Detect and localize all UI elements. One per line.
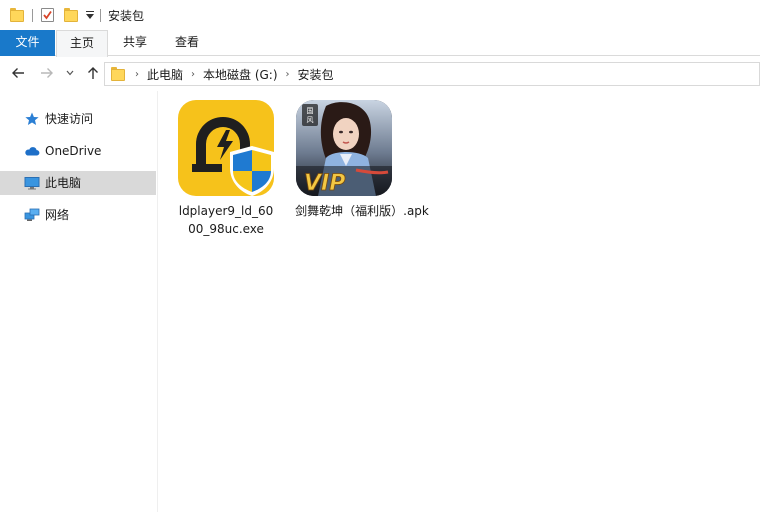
ldplayer-app-icon	[178, 100, 274, 196]
tab-share[interactable]: 共享	[112, 30, 158, 56]
breadcrumb-this-pc[interactable]: 此电脑	[147, 66, 183, 83]
sidebar-item-network[interactable]: 网络	[0, 203, 156, 227]
file-item-apk[interactable]: 国 风 VIP 剑舞乾坤（福利版）.apk	[292, 97, 432, 237]
file-item-ldplayer[interactable]: ldplayer9_ld_60 00_98uc.exe	[174, 97, 278, 237]
ribbon-tabs: 文件 主页 共享 查看	[0, 30, 760, 57]
folder-icon[interactable]	[10, 8, 24, 22]
sidebar-item-quick-access[interactable]: 快速访问	[0, 107, 156, 131]
address-bar[interactable]: › 此电脑 › 本地磁盘 (G:) › 安装包	[104, 62, 760, 86]
folder-icon	[111, 67, 125, 81]
title-bar: 安装包	[0, 0, 760, 30]
sidebar-item-label: 快速访问	[45, 112, 94, 126]
toolbar-separator	[32, 8, 33, 22]
back-arrow-icon[interactable]	[9, 65, 27, 83]
window-title: 安装包	[108, 8, 145, 23]
star-icon	[24, 111, 40, 127]
properties-icon[interactable]	[41, 8, 54, 22]
file-name: ldplayer9_ld_60 00_98uc.exe	[174, 202, 278, 238]
sidebar-item-label: 此电脑	[45, 176, 82, 190]
sidebar-item-this-pc[interactable]: 此电脑	[0, 171, 156, 195]
toolbar-separator	[100, 8, 101, 22]
tab-home[interactable]: 主页	[56, 30, 108, 57]
sidebar-item-label: 网络	[45, 208, 70, 222]
file-name: 剑舞乾坤（福利版）.apk	[282, 202, 442, 220]
up-arrow-icon[interactable]	[84, 65, 102, 83]
file-name-line: 00_98uc.exe	[188, 222, 264, 236]
game-icon-corner-text: 风	[307, 116, 314, 124]
monitor-icon	[24, 175, 40, 191]
chevron-right-icon[interactable]: ›	[191, 69, 195, 80]
vip-badge-text: VIP	[304, 171, 345, 196]
breadcrumb-current-folder[interactable]: 安装包	[298, 66, 334, 83]
sidebar-item-onedrive[interactable]: OneDrive	[0, 139, 156, 163]
file-list: ldplayer9_ld_60 00_98uc.exe 国 风 VIP 剑舞乾坤…	[160, 91, 760, 512]
sidebar-item-label: OneDrive	[45, 144, 102, 158]
file-name-line: 剑舞乾坤（福利版）.apk	[295, 204, 429, 218]
file-name-line: ldplayer9_ld_60	[178, 204, 274, 218]
chevron-right-icon[interactable]: ›	[135, 69, 139, 80]
breadcrumb-local-disk[interactable]: 本地磁盘 (G:)	[203, 66, 278, 83]
forward-arrow-icon[interactable]	[38, 65, 56, 83]
quick-access-toolbar: 安装包	[0, 0, 144, 30]
new-folder-icon[interactable]	[64, 8, 78, 22]
tab-file[interactable]: 文件	[0, 30, 55, 56]
cloud-icon	[24, 143, 40, 159]
navigation-pane: 快速访问 OneDrive 此电脑 网络	[0, 91, 158, 512]
navigation-bar: › 此电脑 › 本地磁盘 (G:) › 安装包	[0, 57, 760, 91]
chevron-right-icon[interactable]: ›	[286, 69, 290, 80]
game-app-icon: 国 风 VIP	[296, 100, 392, 196]
tab-view[interactable]: 查看	[164, 30, 210, 56]
customize-toolbar-icon[interactable]	[86, 8, 95, 22]
recent-locations-chevron-icon[interactable]	[64, 65, 76, 83]
game-icon-corner-text: 国	[307, 107, 314, 115]
network-icon	[24, 207, 40, 223]
